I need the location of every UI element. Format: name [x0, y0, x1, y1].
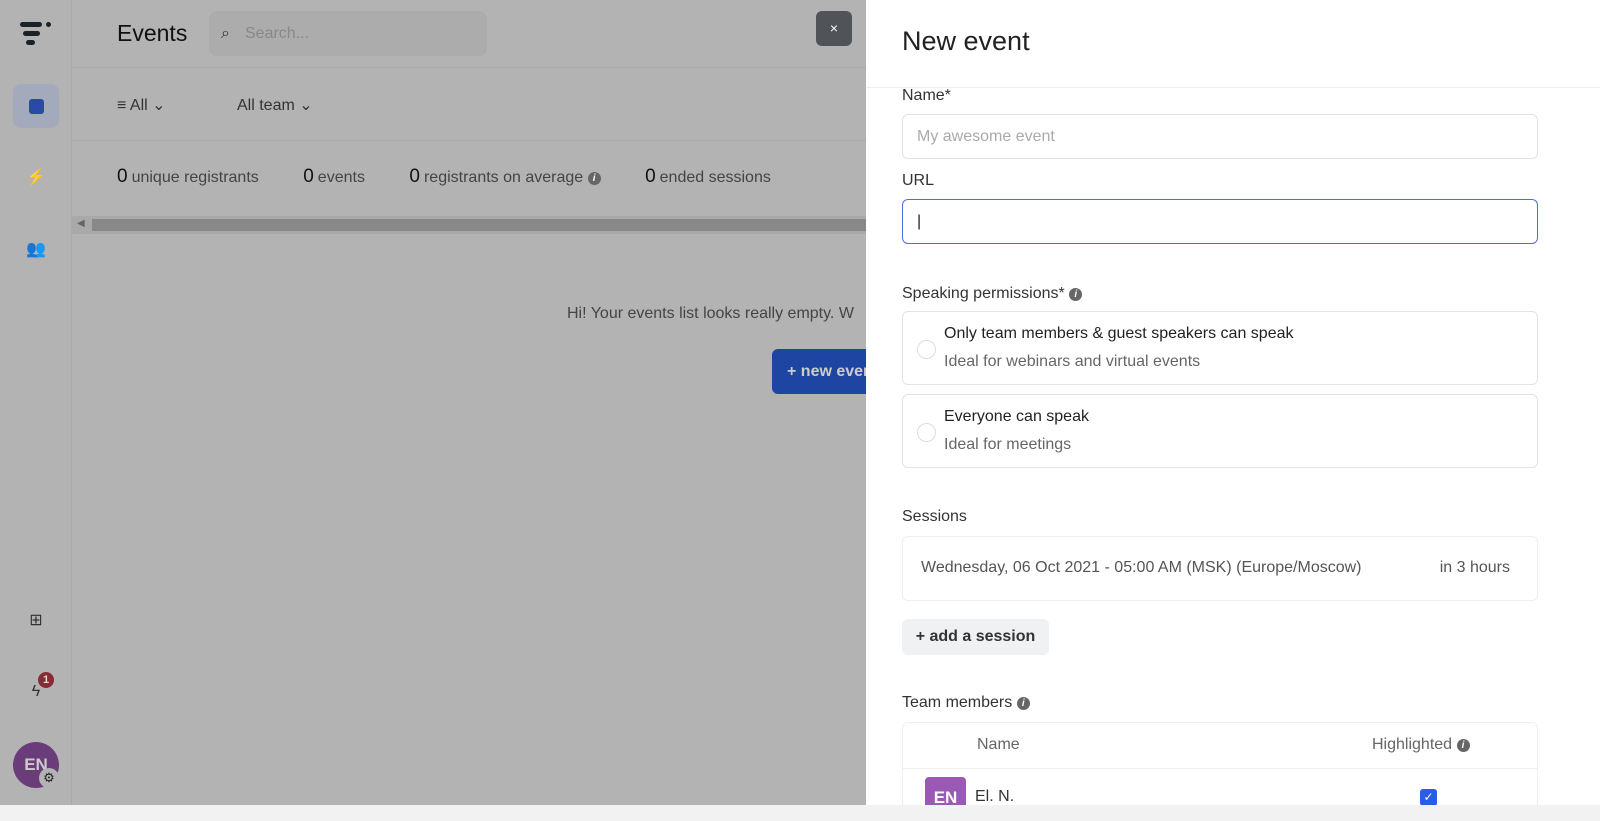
- divider: [866, 87, 1600, 88]
- column-highlighted: Highlighted i: [1372, 736, 1470, 754]
- team-members-table: Name Highlighted i EN El. N. ✓: [902, 722, 1538, 805]
- option-title: Everyone can speak: [944, 408, 1089, 425]
- session-relative-time: in 3 hours: [1439, 559, 1510, 576]
- column-name: Name: [977, 736, 1020, 753]
- horizontal-scrollbar[interactable]: ◀: [72, 216, 872, 234]
- notification-badge: 1: [38, 672, 54, 688]
- option-team-speakers[interactable]: Only team members & guest speakers can s…: [902, 311, 1538, 385]
- option-desc: Ideal for meetings: [944, 436, 1072, 453]
- sidebar-item-activity[interactable]: ⚡: [13, 155, 59, 199]
- scroll-left-icon[interactable]: ◀: [77, 218, 85, 229]
- option-desc: Ideal for webinars and virtual events: [944, 353, 1201, 370]
- info-icon[interactable]: i: [1069, 288, 1083, 301]
- filter-icon: ≡: [117, 97, 130, 114]
- search-input[interactable]: ⌕ Search...: [209, 11, 487, 56]
- name-input[interactable]: My awesome event: [902, 114, 1538, 159]
- logo: [20, 20, 52, 48]
- radio-button[interactable]: [917, 340, 936, 359]
- empty-message: Hi! Your events list looks really empty.…: [567, 305, 854, 322]
- team-filter-label: All team: [237, 97, 295, 114]
- stat-unique-registrants: 0 unique registrants: [117, 166, 259, 187]
- stat-avg-registrants: 0 registrants on average i: [409, 166, 601, 187]
- info-icon[interactable]: i: [587, 172, 601, 185]
- name-label: Name*: [902, 87, 951, 104]
- calendar-icon: [28, 98, 44, 114]
- url-label: URL: [902, 172, 935, 189]
- radio-button[interactable]: [917, 423, 936, 442]
- member-avatar: EN: [925, 777, 966, 805]
- sidebar: ⚡ 👥 ⊞ ϟ 1 EN ⚙: [0, 0, 72, 805]
- stat-ended-sessions: 0 ended sessions: [645, 166, 771, 187]
- page-title: Events: [117, 20, 188, 46]
- info-icon[interactable]: i: [1456, 739, 1470, 752]
- session-date: Wednesday, 06 Oct 2021 - 05:00 AM (MSK) …: [921, 559, 1362, 576]
- lightning-list-icon: ⚡: [26, 169, 46, 186]
- team-members-label: Team members i: [902, 694, 1030, 712]
- stats-bar: 0 unique registrants 0 events 0 registrants…: [117, 166, 811, 188]
- scroll-thumb[interactable]: [92, 219, 872, 231]
- events-app: ⚡ 👥 ⊞ ϟ 1 EN ⚙ Events ⌕ Search... ≡ All ⌄…: [0, 0, 1600, 805]
- header: Events ⌕ Search...: [72, 0, 872, 68]
- grid-icon: ⊞: [29, 612, 43, 629]
- filter-bar: ≡ All ⌄ All team ⌄: [72, 69, 872, 141]
- add-session-button[interactable]: + add a session: [902, 619, 1049, 655]
- search-icon: ⌕: [221, 25, 230, 42]
- sessions-label: Sessions: [902, 508, 967, 525]
- search-placeholder: Search...: [245, 25, 310, 42]
- sidebar-item-team[interactable]: 👥: [13, 227, 59, 271]
- stat-events: 0 events: [303, 166, 365, 187]
- option-title: Only team members & guest speakers can s…: [944, 325, 1294, 342]
- users-icon: 👥: [26, 241, 46, 258]
- close-panel-button[interactable]: ×: [816, 11, 852, 46]
- url-input[interactable]: |: [902, 199, 1538, 244]
- sidebar-item-apps[interactable]: ⊞: [13, 598, 59, 642]
- team-filter[interactable]: All team ⌄: [237, 95, 313, 115]
- member-name: El. N.: [975, 788, 1015, 805]
- type-filter-label: All: [129, 97, 148, 114]
- speaking-permissions-label: Speaking permissions* i: [902, 285, 1083, 303]
- bolt-icon: ϟ: [31, 683, 41, 700]
- panel-title: New event: [902, 26, 1030, 56]
- session-row[interactable]: Wednesday, 06 Oct 2021 - 05:00 AM (MSK) …: [902, 536, 1538, 601]
- divider: [903, 768, 1537, 769]
- option-everyone[interactable]: Everyone can speak Ideal for meetings: [902, 394, 1538, 468]
- gear-icon[interactable]: ⚙: [39, 768, 59, 788]
- sidebar-item-events[interactable]: [13, 84, 59, 128]
- highlighted-checkbox[interactable]: ✓: [1420, 789, 1437, 805]
- type-filter[interactable]: ≡ All ⌄: [117, 95, 166, 115]
- new-event-panel: New event Name* My awesome event URL | S…: [866, 0, 1600, 805]
- info-icon[interactable]: i: [1016, 697, 1030, 710]
